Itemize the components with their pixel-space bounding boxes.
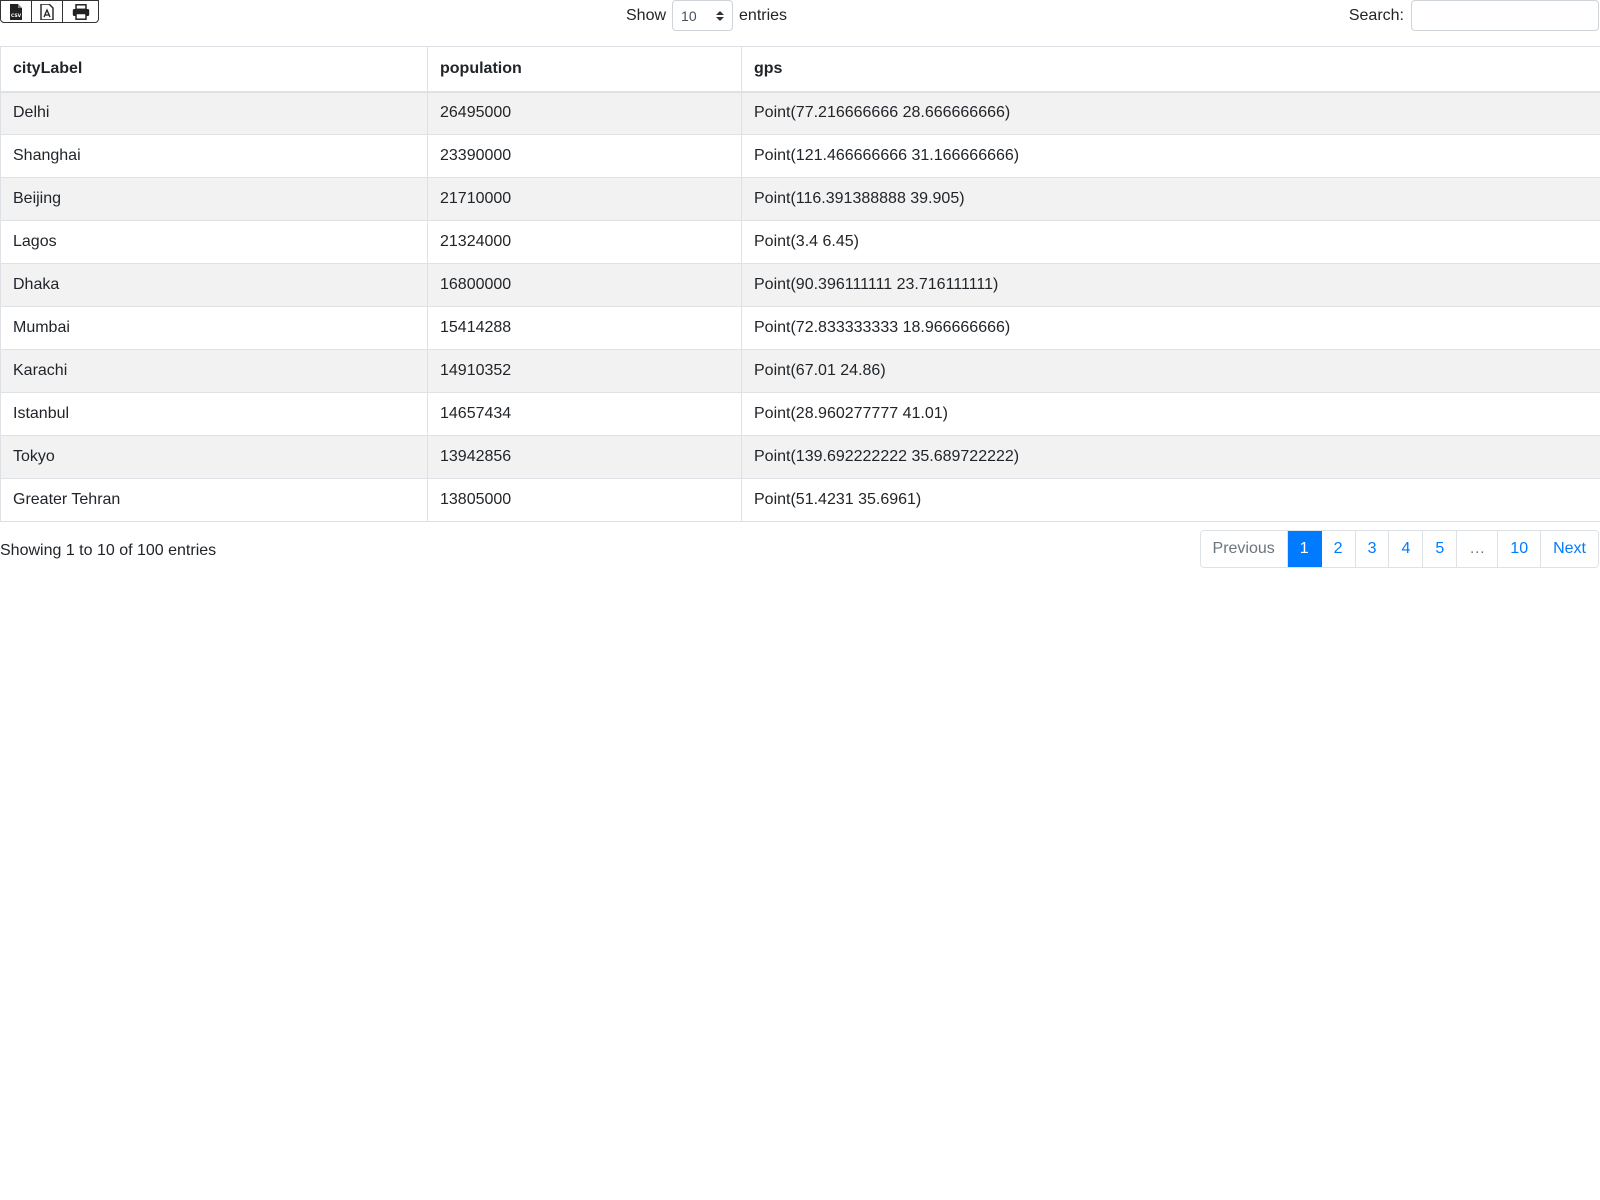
cell-population: 23390000: [427, 134, 742, 178]
csv-file-icon: CSV: [10, 3, 22, 20]
table-row: Delhi 26495000 Point(77.216666666 28.666…: [0, 91, 1600, 135]
table-row: Istanbul 14657434 Point(28.960277777 41.…: [0, 392, 1600, 436]
cell-population: 21710000: [427, 177, 742, 221]
cell-gps: Point(116.391388888 39.905): [741, 177, 1600, 221]
cell-gps: Point(51.4231 35.6961): [741, 478, 1600, 522]
previous-page-button[interactable]: Previous: [1200, 531, 1288, 567]
page-button-4[interactable]: 4: [1389, 531, 1424, 567]
search-label: Search:: [1348, 6, 1404, 24]
search-input[interactable]: [1411, 0, 1599, 31]
pagination: Previous 1 2 3 4 5 … 10 Next: [1199, 530, 1599, 568]
cities-table: cityLabel population gps Delhi 26495000 …: [0, 46, 1600, 522]
cell-city: Beijing: [0, 177, 428, 221]
page-button-2[interactable]: 2: [1321, 531, 1356, 567]
table-header-row: cityLabel population gps: [0, 46, 1600, 93]
column-header-citylabel[interactable]: cityLabel: [0, 46, 428, 93]
cell-gps: Point(121.466666666 31.166666666): [741, 134, 1600, 178]
entries-label: entries: [739, 6, 788, 24]
cell-gps: Point(90.396111111 23.716111111): [741, 263, 1600, 307]
print-button[interactable]: [63, 1, 98, 22]
page-button-5[interactable]: 5: [1423, 531, 1458, 567]
cell-city: Greater Tehran: [0, 478, 428, 522]
cell-population: 13942856: [427, 435, 742, 479]
cell-city: Lagos: [0, 220, 428, 264]
cell-population: 16800000: [427, 263, 742, 307]
export-button-group: CSV: [0, 0, 99, 23]
cell-population: 21324000: [427, 220, 742, 264]
cell-gps: Point(67.01 24.86): [741, 349, 1600, 393]
cell-gps: Point(72.833333333 18.966666666): [741, 306, 1600, 350]
table-footer: Showing 1 to 10 of 100 entries Previous …: [0, 522, 1600, 582]
entries-per-page-select[interactable]: 10: [672, 0, 734, 31]
cell-city: Mumbai: [0, 306, 428, 350]
pagination-ellipsis: …: [1457, 531, 1499, 567]
search-control: Search:: [1349, 0, 1599, 31]
table-row: Greater Tehran 13805000 Point(51.4231 35…: [0, 478, 1600, 522]
print-icon: [72, 3, 89, 20]
page-button-1[interactable]: 1: [1287, 531, 1322, 567]
cell-gps: Point(28.960277777 41.01): [741, 392, 1600, 436]
column-header-gps[interactable]: gps: [741, 46, 1600, 93]
cell-population: 15414288: [427, 306, 742, 350]
cell-gps: Point(3.4 6.45): [741, 220, 1600, 264]
cell-gps: Point(139.692222222 35.689722222): [741, 435, 1600, 479]
table-row: Mumbai 15414288 Point(72.833333333 18.96…: [0, 306, 1600, 350]
show-label: Show: [626, 6, 667, 24]
table-row: Tokyo 13942856 Point(139.692222222 35.68…: [0, 435, 1600, 479]
table-row: Dhaka 16800000 Point(90.396111111 23.716…: [0, 263, 1600, 307]
page-button-10[interactable]: 10: [1498, 531, 1542, 567]
cell-population: 26495000: [427, 91, 742, 135]
table-row: Beijing 21710000 Point(116.391388888 39.…: [0, 177, 1600, 221]
table-row: Karachi 14910352 Point(67.01 24.86): [0, 349, 1600, 393]
cell-gps: Point(77.216666666 28.666666666): [741, 91, 1600, 135]
entries-per-page-value: 10: [681, 7, 697, 24]
table-info: Showing 1 to 10 of 100 entries: [0, 542, 217, 559]
export-csv-button[interactable]: CSV: [1, 1, 32, 22]
svg-text:CSV: CSV: [11, 13, 22, 19]
table-row: Shanghai 23390000 Point(121.466666666 31…: [0, 134, 1600, 178]
cell-city: Tokyo: [0, 435, 428, 479]
select-arrows-icon: [716, 10, 725, 21]
next-page-button[interactable]: Next: [1541, 531, 1598, 567]
cell-population: 14657434: [427, 392, 742, 436]
export-pdf-button[interactable]: [32, 1, 63, 22]
pdf-file-icon: [40, 3, 54, 20]
cell-city: Dhaka: [0, 263, 428, 307]
table-toolbar: CSV Show 10 entries Search:: [0, 0, 1600, 46]
column-header-population[interactable]: population: [427, 46, 742, 93]
cell-city: Delhi: [0, 91, 428, 135]
cell-population: 14910352: [427, 349, 742, 393]
cell-city: Shanghai: [0, 134, 428, 178]
cell-population: 13805000: [427, 478, 742, 522]
entries-length-control: Show 10 entries: [626, 0, 787, 31]
cell-city: Karachi: [0, 349, 428, 393]
page-button-3[interactable]: 3: [1355, 531, 1390, 567]
table-row: Lagos 21324000 Point(3.4 6.45): [0, 220, 1600, 264]
cell-city: Istanbul: [0, 392, 428, 436]
